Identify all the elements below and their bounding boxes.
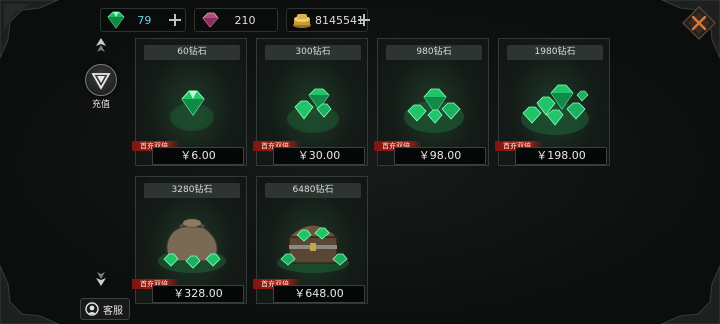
product-title: 980钻石: [386, 45, 482, 60]
add-gold-button[interactable]: [357, 13, 370, 27]
gold-ingot-icon: [293, 14, 311, 28]
emerald-diamond-icon: [107, 11, 125, 29]
product-title: 1980钻石: [507, 45, 603, 60]
product-title: 60钻石: [144, 45, 240, 60]
diamond-pile-medium-icon: [287, 88, 339, 133]
customer-service-label: 客服: [103, 305, 123, 317]
product-card[interactable]: 6480钻石 首充双倍 ￥648.00: [253, 176, 368, 304]
close-ornament-icon[interactable]: [682, 6, 716, 40]
product-card[interactable]: 60钻石 首充双倍 ￥6.00: [132, 38, 247, 166]
currency-bar: 79 210 8145541: [100, 8, 370, 32]
pink-gem-amount: 210: [234, 13, 256, 27]
recharge-label: 充值: [91, 100, 110, 110]
product-card[interactable]: 980钻石 首充双倍 ￥98.00: [374, 38, 489, 166]
recharge-tab[interactable]: 充值: [82, 64, 120, 110]
diamond-heap-icon: [521, 84, 589, 135]
add-diamond-button[interactable]: [168, 13, 182, 27]
product-title: 6480钻石: [265, 183, 361, 198]
product-card[interactable]: 300钻石 首充双倍 ￥30.00: [253, 38, 368, 166]
scroll-up-icon[interactable]: [95, 38, 107, 54]
diamond-currency: 79: [100, 8, 186, 32]
gold-currency: 8145541: [286, 8, 370, 32]
treasure-chest-icon: [277, 224, 349, 273]
diamond-sack-icon: [158, 219, 226, 273]
diamond-pile-small-icon: [170, 90, 214, 131]
diamond-amount: 79: [137, 13, 152, 27]
product-card[interactable]: 1980钻石 首充双倍 ￥198.00: [495, 38, 610, 166]
corner-ornament: [0, 0, 59, 59]
pink-gem-currency: 210: [194, 8, 278, 32]
corner-ornament: [661, 265, 720, 324]
headset-icon: [85, 302, 99, 316]
price-button[interactable]: ￥328.00: [152, 285, 244, 303]
price-button[interactable]: ￥198.00: [515, 147, 607, 165]
price-button[interactable]: ￥648.00: [273, 285, 365, 303]
price-button[interactable]: ￥30.00: [273, 147, 365, 165]
product-card[interactable]: 3280钻石 首充双倍 ￥328.00: [132, 176, 247, 304]
scroll-down-icon[interactable]: [95, 270, 107, 286]
price-button[interactable]: ￥6.00: [152, 147, 244, 165]
recharge-icon: [85, 64, 117, 96]
corner-ornament: [0, 265, 59, 324]
pink-gem-icon: [202, 12, 219, 28]
customer-service-button[interactable]: 客服: [80, 298, 130, 320]
diamond-pile-large-icon: [404, 88, 464, 133]
product-title: 3280钻石: [144, 183, 240, 198]
product-title: 300钻石: [265, 45, 361, 60]
gold-amount: 8145541: [315, 13, 364, 27]
price-button[interactable]: ￥98.00: [394, 147, 486, 165]
